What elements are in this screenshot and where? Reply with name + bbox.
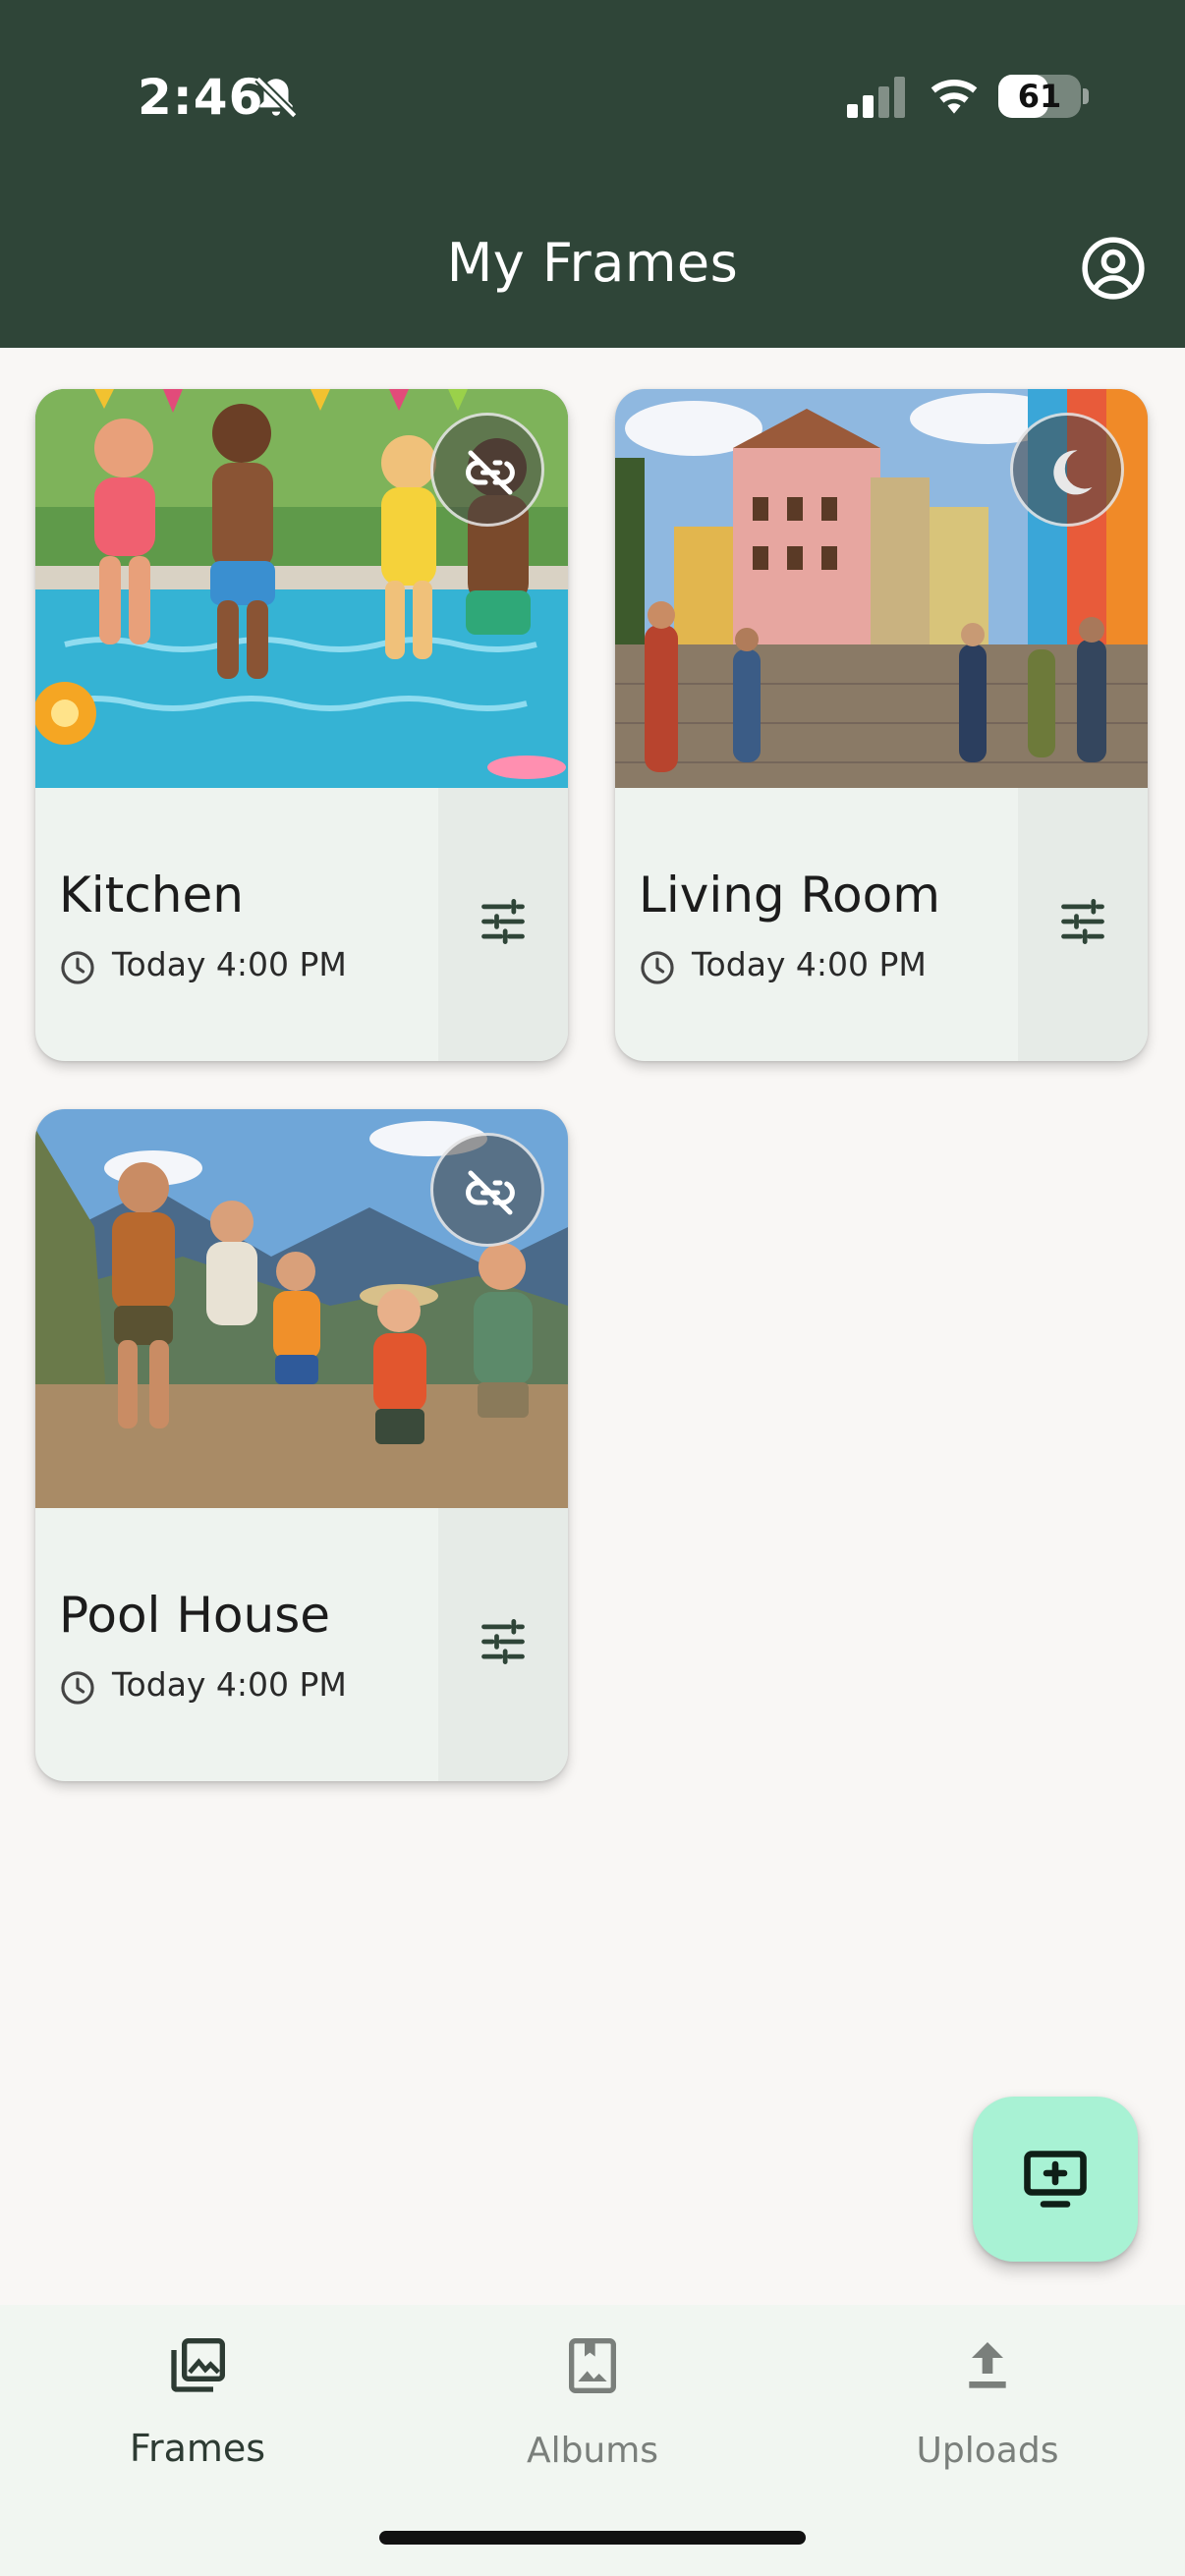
battery-indicator: 61 [998, 75, 1081, 118]
frame-time: Today 4:00 PM [692, 945, 927, 983]
upload-icon [969, 2342, 1006, 2388]
nav-item-albums[interactable]: Albums [395, 2305, 790, 2531]
nav-label: Uploads [916, 2431, 1059, 2471]
frame-time: Today 4:00 PM [112, 1665, 347, 1704]
tune-icon [1061, 899, 1104, 944]
cellular-signal-icon [847, 77, 905, 118]
clock-icon [61, 1671, 94, 1705]
frame-photo[interactable] [35, 1109, 568, 1508]
frame-settings-button[interactable] [438, 788, 568, 1061]
frame-status-badge [430, 413, 544, 527]
account-icon[interactable] [1081, 236, 1146, 301]
frame-card[interactable]: Kitchen Today 4:00 PM [35, 389, 568, 1061]
frame-time: Today 4:00 PM [112, 945, 347, 983]
battery-percent: 61 [1017, 78, 1062, 115]
frame-settings-button[interactable] [438, 1508, 568, 1781]
nav-item-frames[interactable]: Frames [0, 2305, 395, 2531]
battery-cap [1083, 88, 1089, 104]
frame-status-badge [1010, 413, 1124, 527]
page-title: My Frames [446, 232, 739, 294]
nav-label: Albums [526, 2431, 659, 2471]
frame-status-badge [430, 1133, 544, 1247]
frame-info[interactable]: Pool House Today 4:00 PM [35, 1508, 438, 1781]
link-off-icon [466, 450, 515, 495]
frame-card[interactable]: Living Room Today 4:00 PM [615, 389, 1148, 1061]
frame-settings-button[interactable] [1018, 788, 1148, 1061]
tune-icon [481, 899, 525, 944]
nav-item-uploads[interactable]: Uploads [790, 2305, 1185, 2531]
add-frame-button[interactable] [973, 2097, 1138, 2262]
frame-info[interactable]: Living Room Today 4:00 PM [615, 788, 1018, 1061]
tune-icon [481, 1619, 525, 1664]
photo-library-icon [171, 2338, 225, 2392]
wifi-icon [931, 79, 978, 114]
status-time: 2:46 [138, 69, 264, 126]
frame-info[interactable]: Kitchen Today 4:00 PM [35, 788, 438, 1061]
frame-name: Living Room [639, 867, 940, 924]
frame-name: Pool House [59, 1587, 331, 1644]
frame-card[interactable]: Pool House Today 4:00 PM [35, 1109, 568, 1781]
app-header: 2:46 61 My Frames [0, 0, 1185, 348]
frame-photo[interactable] [615, 389, 1148, 788]
clock-icon [61, 951, 94, 984]
add-to-screen-icon [1024, 2151, 1087, 2208]
frame-photo[interactable] [35, 389, 568, 788]
album-book-icon [569, 2338, 616, 2393]
nav-label: Frames [129, 2427, 266, 2470]
link-off-icon [466, 1170, 515, 1215]
frame-name: Kitchen [59, 867, 244, 924]
moon-icon [1053, 450, 1093, 495]
bell-off-icon [254, 76, 298, 119]
home-indicator[interactable] [379, 2531, 806, 2545]
app-screen: 2:46 61 My Frames Kitchen Today 4:00 PM … [0, 0, 1185, 2576]
clock-icon [641, 951, 674, 984]
